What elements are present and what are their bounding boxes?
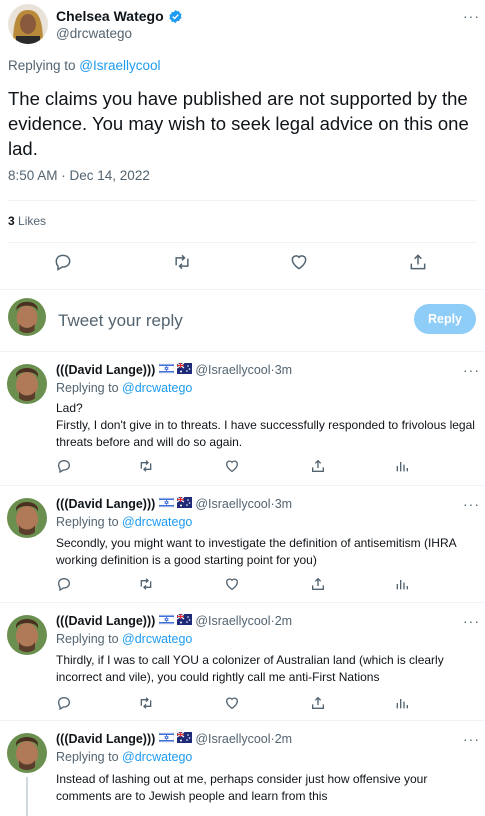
reply-button[interactable]: Reply: [414, 304, 476, 334]
analytics-icon[interactable]: [394, 695, 410, 711]
analytics-icon[interactable]: [394, 576, 410, 592]
reply-author-name[interactable]: (((David Lange))): [56, 497, 155, 511]
like-icon[interactable]: [289, 252, 309, 272]
replying-to-prefix: Replying to: [56, 515, 123, 529]
reply-handle[interactable]: @Israellycool: [195, 614, 270, 628]
replying-to: Replying to @drcwatego: [56, 632, 192, 646]
more-options-icon[interactable]: ···: [463, 613, 480, 629]
reply-time[interactable]: 2m: [275, 614, 292, 628]
author-handle[interactable]: @drcwatego: [56, 26, 132, 41]
retweet-icon[interactable]: [138, 576, 154, 592]
more-options-icon[interactable]: ···: [463, 362, 480, 378]
reply-text-line: Lad?: [56, 401, 83, 415]
reply-handle[interactable]: @Israellycool: [195, 497, 270, 511]
reply-time[interactable]: 3m: [275, 363, 292, 377]
reply-text: Thirdly, if I was to call YOU a colonize…: [56, 653, 444, 684]
replying-to: Replying to @drcwatego: [56, 381, 192, 395]
australia-flag-icon: [176, 731, 193, 746]
replying-to: Replying to @Israellycool: [8, 58, 161, 73]
replying-to: Replying to @drcwatego: [56, 750, 192, 764]
like-icon[interactable]: [224, 576, 240, 592]
reply-input[interactable]: Tweet your reply: [58, 311, 183, 331]
avatar-image: [8, 4, 48, 44]
likes-count[interactable]: 3 Likes: [8, 214, 46, 228]
reply-author-name[interactable]: (((David Lange))): [56, 732, 155, 746]
avatar-chelsea[interactable]: [8, 4, 48, 44]
replying-to-handle[interactable]: @drcwatego: [122, 381, 192, 395]
reply-header: (((David Lange))) @Israellycool · 3m: [56, 496, 292, 511]
share-icon[interactable]: [408, 252, 428, 272]
australia-flag-icon: [176, 613, 193, 628]
reply-icon[interactable]: [53, 252, 73, 272]
reply-author-name[interactable]: (((David Lange))): [56, 614, 155, 628]
reply-text: Lad? Firstly, I don't give in to threats…: [56, 400, 476, 451]
replying-to-handle[interactable]: @Israellycool: [79, 58, 160, 73]
more-options-icon[interactable]: ···: [463, 8, 480, 24]
israel-flag-icon: [159, 731, 175, 746]
israel-flag-icon: [159, 362, 175, 377]
avatar-david[interactable]: [7, 498, 47, 538]
reply-header: (((David Lange))) @Israellycool · 2m: [56, 731, 292, 746]
verified-badge-icon: [169, 9, 182, 23]
reply-icon[interactable]: [56, 576, 72, 592]
tweet-timestamp[interactable]: 8:50 AM · Dec 14, 2022: [8, 168, 150, 183]
avatar-current-user: [8, 298, 46, 336]
replying-to-prefix: Replying to: [8, 58, 80, 73]
analytics-icon[interactable]: [394, 458, 410, 474]
reply-tweet[interactable]: (((David Lange))) @Israellycool · 2m ···…: [0, 721, 485, 816]
replying-to-prefix: Replying to: [56, 632, 123, 646]
retweet-icon[interactable]: [138, 695, 154, 711]
share-icon[interactable]: [310, 695, 326, 711]
retweet-icon[interactable]: [138, 458, 154, 474]
israel-flag-icon: [159, 613, 175, 628]
author-name-row: Chelsea Watego: [56, 8, 183, 24]
avatar-david[interactable]: [7, 733, 47, 773]
more-options-icon[interactable]: ···: [463, 731, 480, 747]
reply-tweet[interactable]: (((David Lange))) @Israellycool · 2m ···…: [0, 603, 485, 721]
tweet-text: The claims you have published are not su…: [8, 88, 469, 159]
replying-to: Replying to @drcwatego: [56, 515, 192, 529]
avatar-image: [8, 298, 46, 336]
australia-flag-icon: [176, 496, 193, 511]
likes-number: 3: [8, 214, 15, 228]
reply-icon[interactable]: [56, 458, 72, 474]
reply-composer: Tweet your reply Reply: [0, 290, 485, 352]
reply-handle[interactable]: @Israellycool: [195, 363, 270, 377]
like-icon[interactable]: [224, 695, 240, 711]
reply-text-line: Firstly, I don't give in to threats. I h…: [56, 418, 475, 449]
reply-text: Secondly, you might want to investigate …: [56, 536, 456, 567]
avatar-david[interactable]: [7, 364, 47, 404]
reply-time[interactable]: 2m: [275, 732, 292, 746]
reply-tweet[interactable]: (((David Lange))) @Israellycool · 3m ···…: [0, 486, 485, 603]
replying-to-handle[interactable]: @drcwatego: [122, 515, 192, 529]
israel-flag-icon: [159, 496, 175, 511]
replying-to-handle[interactable]: @drcwatego: [122, 632, 192, 646]
reply-time[interactable]: 3m: [275, 497, 292, 511]
divider: [8, 242, 477, 243]
share-icon[interactable]: [310, 458, 326, 474]
australia-flag-icon: [176, 362, 193, 377]
reply-text: Instead of lashing out at me, perhaps co…: [56, 772, 428, 803]
main-tweet: Chelsea Watego @drcwatego ··· Replying t…: [0, 0, 485, 290]
likes-label: Likes: [14, 214, 47, 228]
retweet-icon[interactable]: [172, 252, 192, 272]
more-options-icon[interactable]: ···: [463, 496, 480, 512]
thread-connector-line: [26, 777, 28, 816]
reply-icon[interactable]: [56, 695, 72, 711]
share-icon[interactable]: [310, 576, 326, 592]
avatar-david[interactable]: [7, 615, 47, 655]
reply-tweet[interactable]: (((David Lange))) @Israellycool · 3m ···…: [0, 352, 485, 486]
reply-handle[interactable]: @Israellycool: [195, 732, 270, 746]
divider: [8, 200, 477, 201]
reply-author-name[interactable]: (((David Lange))): [56, 363, 155, 377]
reply-header: (((David Lange))) @Israellycool · 2m: [56, 613, 292, 628]
replying-to-handle[interactable]: @drcwatego: [122, 750, 192, 764]
replying-to-prefix: Replying to: [56, 381, 123, 395]
author-name[interactable]: Chelsea Watego: [56, 8, 164, 24]
replying-to-prefix: Replying to: [56, 750, 123, 764]
reply-header: (((David Lange))) @Israellycool · 3m: [56, 362, 292, 377]
like-icon[interactable]: [224, 458, 240, 474]
